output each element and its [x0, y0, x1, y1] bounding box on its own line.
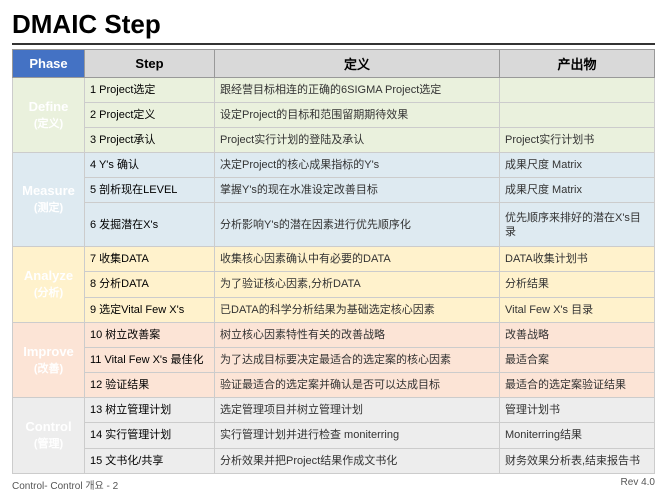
phase-cell-control: Control (管理) — [13, 398, 85, 474]
step-cell: 8 分析DATA — [85, 272, 215, 297]
table-row: 11 Vital Few X's 最佳化为了达成目标要决定最适合的选定案的核心因… — [13, 347, 655, 372]
phase-name-en: Analyze — [24, 268, 73, 283]
definition-cell: 选定管理项目并树立管理计划 — [215, 398, 500, 423]
col-output: 产出物 — [500, 49, 655, 77]
dmaic-table: Phase Step 定义 产出物 Define(定义)1 Project选定跟… — [12, 49, 655, 474]
table-row: Analyze(分析)7 收集DATA收集核心因素确认中有必要的DATADATA… — [13, 247, 655, 272]
phase-name-cn: (管理) — [34, 438, 63, 450]
table-row: 14 实行管理计划实行管理计划并进行检查 moniterringMoniterr… — [13, 423, 655, 448]
table-row: 8 分析DATA为了验证核心因素,分析DATA分析结果 — [13, 272, 655, 297]
step-cell: 1 Project选定 — [85, 77, 215, 102]
output-cell: 最适合案 — [500, 347, 655, 372]
definition-cell: 决定Project的核心成果指标的Y's — [215, 153, 500, 178]
definition-cell: 设定Project的目标和范围留期期待效果 — [215, 102, 500, 127]
step-cell: 15 文书化/共享 — [85, 448, 215, 473]
output-cell: Moniterring结果 — [500, 423, 655, 448]
step-cell: 9 选定Vital Few X's — [85, 297, 215, 322]
output-cell: DATA收集计划书 — [500, 247, 655, 272]
output-cell: 最适合的选定案验证结果 — [500, 373, 655, 398]
step-cell: 3 Project承认 — [85, 127, 215, 152]
step-cell: 4 Y's 确认 — [85, 153, 215, 178]
phase-cell-define: Define (定义) — [13, 77, 85, 153]
phase-name-cn: (改善) — [34, 363, 63, 375]
output-cell — [500, 102, 655, 127]
table-row: 9 选定Vital Few X's已DATA的科学分析结果为基础选定核心因素Vi… — [13, 297, 655, 322]
definition-cell: Project实行计划的登陆及承认 — [215, 127, 500, 152]
step-cell: 6 发掘潜在X's — [85, 203, 215, 247]
definition-cell: 已DATA的科学分析结果为基础选定核心因素 — [215, 297, 500, 322]
output-cell: 分析结果 — [500, 272, 655, 297]
phase-cell-measure: Measure (测定) — [13, 153, 85, 247]
table-row: Control(管理)13 树立管理计划选定管理项目并树立管理计划管理计划书 — [13, 398, 655, 423]
step-cell: 7 收集DATA — [85, 247, 215, 272]
step-cell: 5 剖析现在LEVEL — [85, 178, 215, 203]
page-title: DMAIC Step — [12, 10, 655, 39]
page: DMAIC Step Phase Step 定义 产出物 Define(定义)1… — [0, 0, 667, 500]
step-cell: 14 实行管理计划 — [85, 423, 215, 448]
step-cell: 11 Vital Few X's 最佳化 — [85, 347, 215, 372]
table-row: 12 验证结果验证最适合的选定案并确认是否可以达成目标最适合的选定案验证结果 — [13, 373, 655, 398]
table-row: Define(定义)1 Project选定跟经营目标相连的正确的6SIGMA P… — [13, 77, 655, 102]
phase-name-en: Define — [29, 99, 69, 114]
output-cell: 改善战略 — [500, 322, 655, 347]
output-cell: 成果尺度 Matrix — [500, 178, 655, 203]
phase-name-cn: (分析) — [34, 287, 63, 299]
col-phase: Phase — [13, 49, 85, 77]
output-cell: 财务效果分析表,结束报告书 — [500, 448, 655, 473]
definition-cell: 分析效果并把Project结果作成文书化 — [215, 448, 500, 473]
definition-cell: 跟经营目标相连的正确的6SIGMA Project选定 — [215, 77, 500, 102]
phase-name-en: Control — [25, 419, 71, 434]
output-cell: 成果尺度 Matrix — [500, 153, 655, 178]
step-cell: 13 树立管理计划 — [85, 398, 215, 423]
output-cell: Vital Few X's 目录 — [500, 297, 655, 322]
output-cell: Project实行计划书 — [500, 127, 655, 152]
output-cell: 优先顺序来排好的潜在X's目录 — [500, 203, 655, 247]
definition-cell: 树立核心因素特性有关的改善战略 — [215, 322, 500, 347]
step-cell: 2 Project定义 — [85, 102, 215, 127]
col-step: Step — [85, 49, 215, 77]
definition-cell: 收集核心因素确认中有必要的DATA — [215, 247, 500, 272]
table-row: 15 文书化/共享分析效果并把Project结果作成文书化财务效果分析表,结束报… — [13, 448, 655, 473]
table-row: 6 发掘潜在X's分析影响Y's的潜在因素进行优先顺序化优先顺序来排好的潜在X'… — [13, 203, 655, 247]
definition-cell: 验证最适合的选定案并确认是否可以达成目标 — [215, 373, 500, 398]
footer: Control- Control 개요 - 2 Rev 4.0 — [12, 477, 655, 492]
phase-name-cn: (测定) — [34, 202, 63, 214]
definition-cell: 分析影响Y's的潜在因素进行优先顺序化 — [215, 203, 500, 247]
definition-cell: 掌握Y's的现在水准设定改善目标 — [215, 178, 500, 203]
table-row: 2 Project定义设定Project的目标和范围留期期待效果 — [13, 102, 655, 127]
definition-cell: 为了验证核心因素,分析DATA — [215, 272, 500, 297]
table-row: 3 Project承认Project实行计划的登陆及承认Project实行计划书 — [13, 127, 655, 152]
table-row: 5 剖析现在LEVEL掌握Y's的现在水准设定改善目标成果尺度 Matrix — [13, 178, 655, 203]
phase-name-en: Measure — [22, 183, 75, 198]
col-definition: 定义 — [215, 49, 500, 77]
title-divider — [12, 43, 655, 45]
output-cell — [500, 77, 655, 102]
phase-name-en: Improve — [23, 344, 74, 359]
output-cell: 管理计划书 — [500, 398, 655, 423]
definition-cell: 实行管理计划并进行检查 moniterring — [215, 423, 500, 448]
phase-cell-analyze: Analyze (分析) — [13, 247, 85, 323]
phase-name-cn: (定义) — [34, 118, 63, 130]
step-cell: 10 树立改善案 — [85, 322, 215, 347]
table-row: Measure(测定)4 Y's 确认决定Project的核心成果指标的Y's成… — [13, 153, 655, 178]
step-cell: 12 验证结果 — [85, 373, 215, 398]
table-row: Improve(改善)10 树立改善案树立核心因素特性有关的改善战略改善战略 — [13, 322, 655, 347]
footer-right: Rev 4.0 — [621, 477, 655, 492]
phase-cell-improve: Improve (改善) — [13, 322, 85, 398]
footer-left: Control- Control 개요 - 2 — [12, 477, 118, 492]
definition-cell: 为了达成目标要决定最适合的选定案的核心因素 — [215, 347, 500, 372]
